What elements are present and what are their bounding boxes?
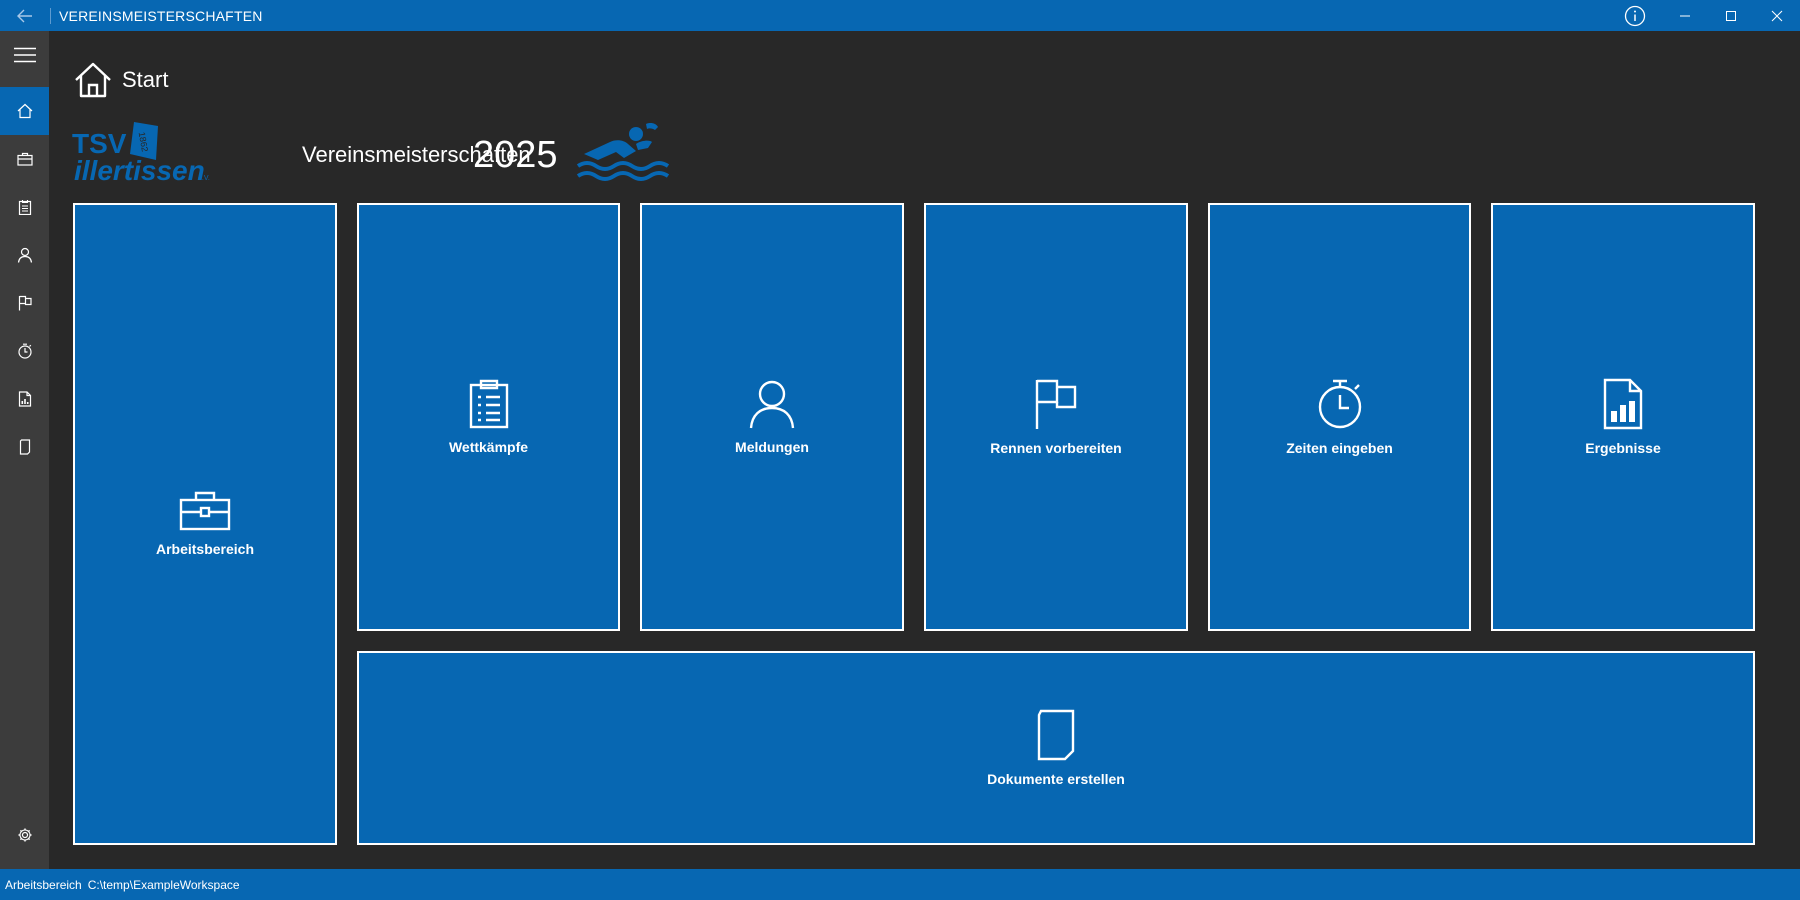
nav-item-registrations[interactable]: [0, 231, 49, 279]
nav-item-results[interactable]: [0, 375, 49, 423]
back-button[interactable]: [0, 0, 50, 31]
competition-year: 2025: [473, 134, 558, 176]
tile-registrations[interactable]: Meldungen: [640, 203, 904, 631]
gear-icon: [18, 828, 31, 842]
tile-enter-times[interactable]: Zeiten eingeben: [1208, 203, 1471, 631]
window-title: VEREINSMEISTERSCHAFTEN: [59, 7, 263, 24]
tile-competitions-label: Wettkämpfe: [448, 439, 529, 455]
nav-item-times[interactable]: [0, 327, 49, 375]
nav-item-workspace[interactable]: [0, 135, 49, 183]
person-icon: [17, 247, 32, 263]
nav-hamburger-button[interactable]: [0, 31, 49, 79]
stopwatch-icon: [17, 343, 32, 359]
tile-create-documents-label: Dokumente erstellen: [987, 771, 1125, 787]
report-icon: [1603, 378, 1643, 430]
document-icon: [19, 439, 30, 455]
flag-icon: [1035, 379, 1077, 429]
nav-item-settings[interactable]: [0, 811, 49, 859]
club-logo: TSV illertissen 1862 e.V.: [72, 120, 212, 186]
page-header: Start: [74, 60, 168, 100]
status-label: Arbeitsbereich: [5, 877, 82, 892]
nav-item-competitions[interactable]: [0, 183, 49, 231]
tile-registrations-label: Meldungen: [735, 439, 809, 455]
back-arrow-icon: [17, 9, 32, 22]
maximize-icon: [1726, 10, 1736, 21]
tile-workspace-label: Arbeitsbereich: [155, 541, 255, 557]
clipboard-icon: [469, 379, 508, 429]
swimmer-icon: [576, 123, 670, 181]
home-icon: [17, 103, 32, 119]
report-icon: [18, 391, 31, 407]
svg-text:e.V.: e.V.: [198, 175, 210, 182]
tile-workspace[interactable]: Arbeitsbereich: [73, 203, 337, 845]
close-button[interactable]: [1754, 0, 1800, 31]
tile-results-label: Ergebnisse: [1585, 440, 1661, 456]
hamburger-icon: [13, 47, 36, 63]
status-workspace-path: C:\temp\ExampleWorkspace: [87, 877, 240, 892]
tile-competitions[interactable]: Wettkämpfe: [357, 203, 620, 631]
clipboard-icon: [18, 200, 31, 215]
close-icon: [1771, 10, 1783, 21]
title-separator: [50, 7, 51, 24]
minimize-icon: [1680, 15, 1690, 16]
briefcase-icon: [179, 491, 231, 531]
info-icon: [1624, 5, 1646, 26]
navigation-rail: [0, 31, 49, 869]
tile-prepare-races[interactable]: Rennen vorbereiten: [924, 203, 1188, 631]
flag-icon: [18, 295, 32, 311]
tile-results[interactable]: Ergebnisse: [1491, 203, 1755, 631]
nav-item-home[interactable]: [0, 87, 49, 135]
person-icon: [749, 380, 795, 429]
maximize-button[interactable]: [1708, 0, 1754, 31]
svg-text:illertissen: illertissen: [74, 155, 205, 185]
nav-item-documents[interactable]: [0, 423, 49, 471]
brand-row: TSV illertissen 1862 e.V. Vereinsmeister…: [72, 120, 670, 186]
tile-prepare-races-label: Rennen vorbereiten: [990, 440, 1122, 456]
tile-enter-times-label: Zeiten eingeben: [1286, 440, 1393, 456]
page-title: Start: [122, 67, 169, 92]
tile-create-documents[interactable]: Dokumente erstellen: [357, 651, 1755, 845]
home-icon: [75, 62, 111, 98]
nav-item-races[interactable]: [0, 279, 49, 327]
briefcase-icon: [16, 152, 33, 166]
document-icon: [1037, 709, 1075, 761]
info-button[interactable]: [1612, 0, 1658, 31]
title-bar: VEREINSMEISTERSCHAFTEN: [0, 0, 1800, 31]
stopwatch-icon: [1318, 379, 1361, 429]
minimize-button[interactable]: [1662, 0, 1708, 31]
window-controls: [1612, 0, 1800, 31]
status-bar: Arbeitsbereich C:\temp\ExampleWorkspace: [0, 869, 1800, 900]
